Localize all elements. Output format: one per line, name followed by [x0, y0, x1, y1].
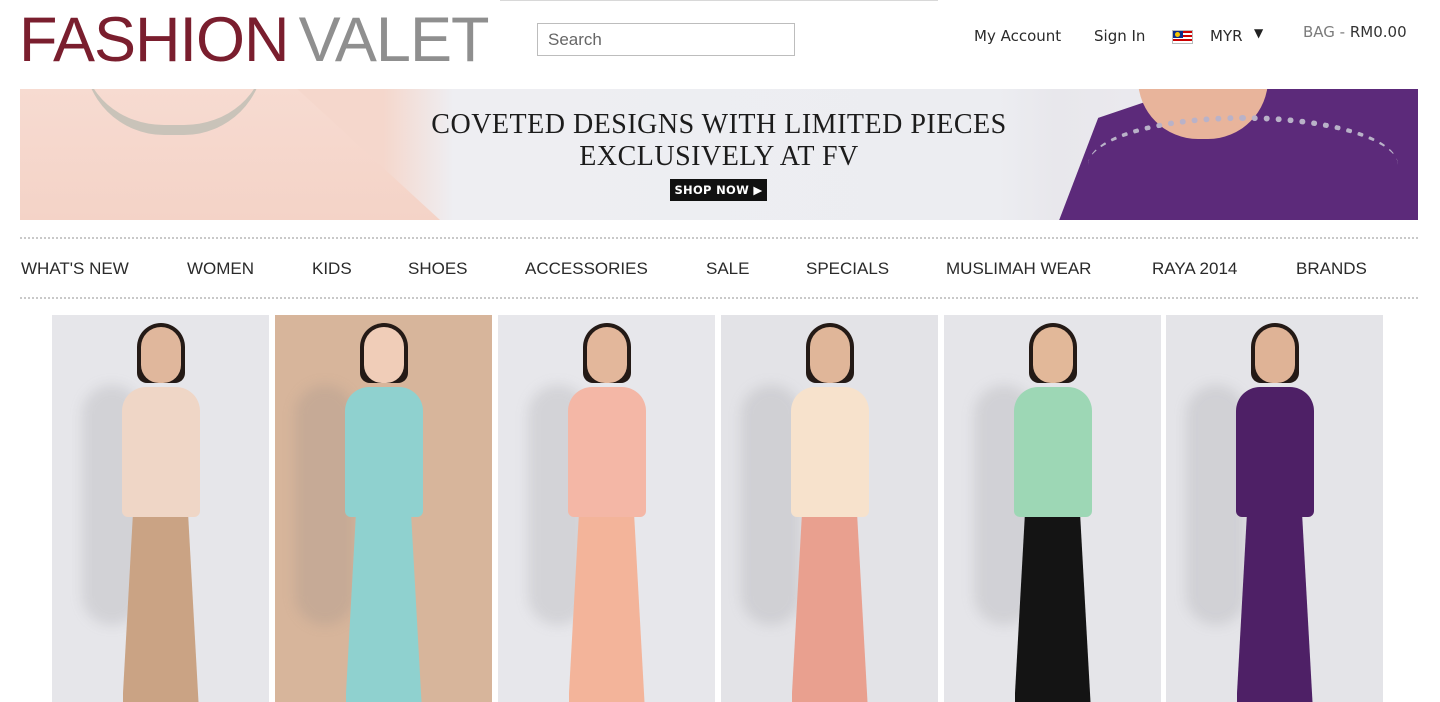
logo-text-valet: VALET [298, 5, 490, 75]
bag-amount: RM0.00 [1349, 23, 1407, 41]
shopping-bag-link[interactable]: BAG - RM0.00 [1303, 23, 1407, 41]
model-top [567, 387, 646, 517]
nav-specials[interactable]: SPECIALS [806, 258, 889, 280]
model-top [1235, 387, 1314, 517]
banner-headline-line1: COVETED DESIGNS WITH LIMITED PIECES [431, 109, 1007, 140]
promo-banner[interactable]: COVETED DESIGNS WITH LIMITED PIECES EXCL… [20, 89, 1418, 220]
model-top [790, 387, 869, 517]
sign-in-link[interactable]: Sign In [1094, 25, 1145, 47]
currency-selector[interactable]: MYR [1210, 25, 1243, 47]
malaysia-flag-icon[interactable] [1172, 30, 1193, 44]
logo-text-fashion: FASHION [19, 5, 290, 75]
banner-headline-line2: EXCLUSIVELY AT FV [579, 141, 859, 172]
model-skirt [1014, 510, 1091, 702]
product-tile-5[interactable] [944, 315, 1161, 702]
product-tile-4[interactable] [721, 315, 938, 702]
nav-raya-2014[interactable]: RAYA 2014 [1152, 258, 1237, 280]
model-skirt [122, 510, 199, 702]
model-face [1254, 327, 1295, 383]
nav-muslimah-wear[interactable]: MUSLIMAH WEAR [946, 258, 1091, 280]
nav-whats-new[interactable]: WHAT'S NEW [21, 258, 129, 280]
model-top [1013, 387, 1092, 517]
nav-brands[interactable]: BRANDS [1296, 258, 1367, 280]
nav-divider-bottom [20, 297, 1418, 299]
nav-sale[interactable]: SALE [706, 258, 749, 280]
model-skirt [791, 510, 868, 702]
bag-label: BAG - [1303, 23, 1350, 41]
model-face [140, 327, 181, 383]
model-skirt [1236, 510, 1313, 702]
top-divider [500, 0, 938, 1]
model-top [121, 387, 200, 517]
nav-accessories[interactable]: ACCESSORIES [525, 258, 648, 280]
nav-women[interactable]: WOMEN [187, 258, 254, 280]
chevron-down-icon[interactable]: ▼ [1254, 26, 1263, 40]
product-tile-6[interactable] [1166, 315, 1383, 702]
my-account-link[interactable]: My Account [974, 25, 1061, 47]
search-input[interactable] [537, 23, 795, 56]
nav-kids[interactable]: KIDS [312, 258, 352, 280]
nav-divider-top [20, 237, 1418, 239]
product-tile-1[interactable] [52, 315, 269, 702]
model-skirt [568, 510, 645, 702]
product-tile-3[interactable] [498, 315, 715, 702]
product-tile-2[interactable] [275, 315, 492, 702]
model-skirt [345, 510, 422, 702]
shop-now-button[interactable]: SHOP NOW ▶ [670, 179, 767, 201]
model-face [809, 327, 850, 383]
model-top [344, 387, 423, 517]
nav-shoes[interactable]: SHOES [408, 258, 468, 280]
model-face [586, 327, 627, 383]
fashionvalet-logo[interactable]: FASHION VALET [19, 5, 490, 75]
model-face [1032, 327, 1073, 383]
model-face [363, 327, 404, 383]
